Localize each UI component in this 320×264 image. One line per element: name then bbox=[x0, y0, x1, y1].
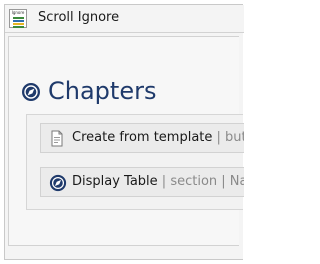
list-item-display-table[interactable]: Display Table | section | Nar bbox=[40, 167, 244, 197]
list-item-name: Create from template bbox=[72, 130, 213, 145]
scroll-ignore-app-icon: Ignore bbox=[9, 9, 27, 28]
page-title: Chapters bbox=[48, 77, 157, 105]
list-item-name: Display Table bbox=[72, 174, 158, 189]
compass-icon bbox=[21, 82, 41, 106]
list-item-meta: | butt bbox=[216, 130, 244, 145]
list-item-meta: | section | Nar bbox=[157, 174, 244, 189]
list-item-create-from-template[interactable]: Create from template | butt bbox=[40, 123, 244, 153]
compass-icon bbox=[49, 174, 67, 196]
window-title: Scroll Ignore bbox=[38, 10, 120, 25]
title-bar: Ignore Scroll Ignore bbox=[5, 5, 244, 33]
app-icon-label: Ignore bbox=[11, 10, 25, 15]
template-doc-icon bbox=[49, 130, 65, 151]
